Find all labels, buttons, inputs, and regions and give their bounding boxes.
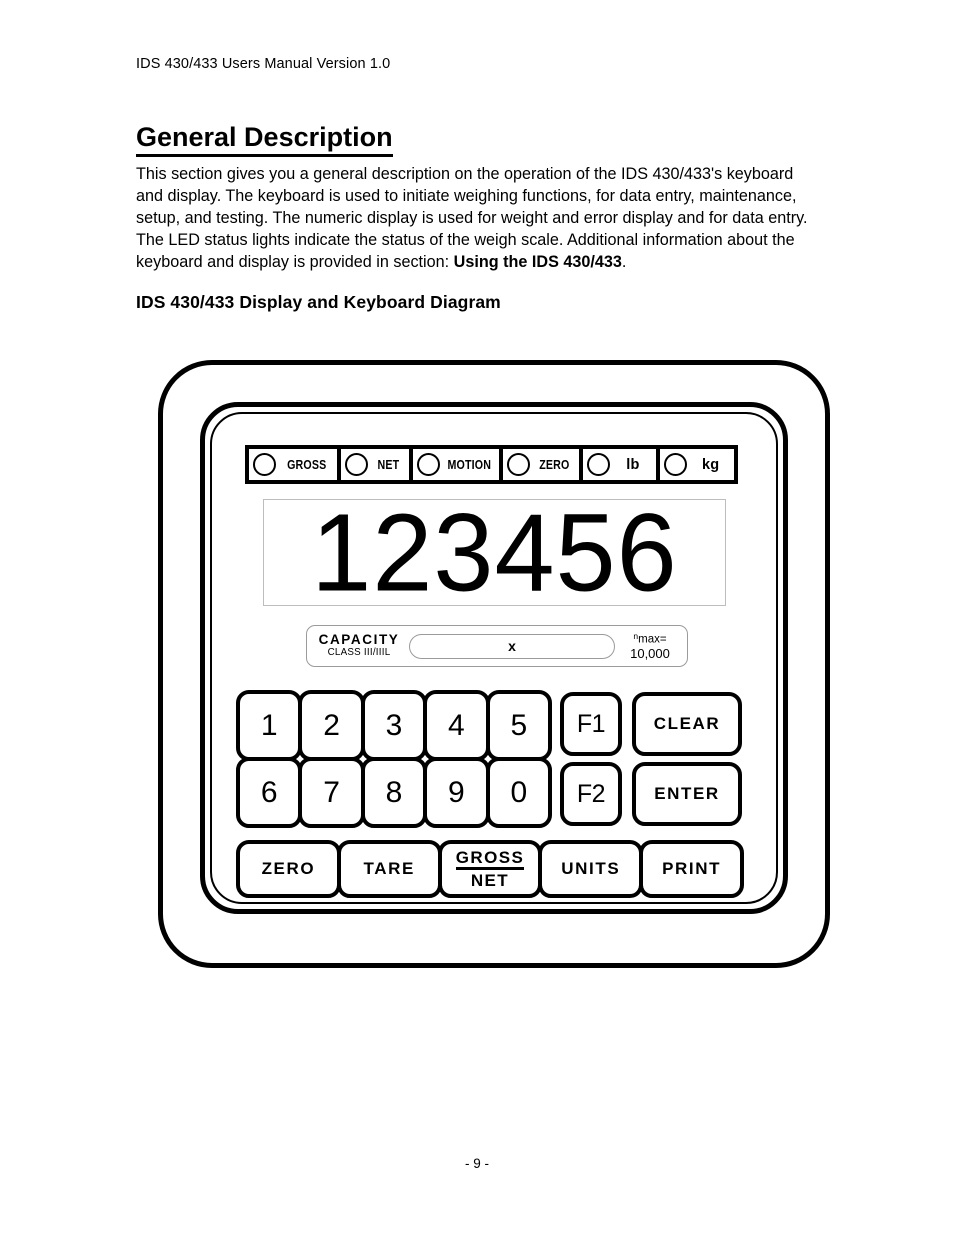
key-5[interactable]: 5	[485, 690, 552, 761]
capacity-title: CAPACITY	[318, 632, 400, 648]
status-led-label: NET	[377, 457, 400, 472]
key-f2[interactable]: F2	[560, 762, 622, 826]
key-gross-net[interactable]: GROSS NET	[437, 840, 543, 898]
key-3[interactable]: 3	[360, 690, 428, 761]
capacity-class: CLASS III/IIIL	[327, 647, 391, 659]
status-led-label: ZERO	[539, 457, 570, 472]
key-print[interactable]: PRINT	[639, 840, 744, 898]
led-indicator-icon	[506, 453, 530, 476]
page-number: - 9 -	[464, 1156, 489, 1171]
key-6[interactable]: 6	[236, 757, 303, 828]
key-clear[interactable]: CLEAR	[632, 692, 742, 756]
key-9[interactable]: 9	[423, 757, 490, 828]
key-tare[interactable]: TARE	[336, 840, 442, 898]
led-indicator-icon	[345, 453, 369, 476]
nmax-label: nmax=	[621, 632, 679, 647]
page-title: General Description	[136, 122, 393, 158]
key-f1[interactable]: F1	[560, 692, 622, 756]
status-led-gross: GROSS	[249, 449, 342, 480]
numeric-keypad: 1 2 3 4 5 6 7 8 9 0	[236, 690, 552, 828]
keypad: 1 2 3 4 5 6 7 8 9 0 F1 F2 CLEAR ENTER ZE…	[236, 690, 750, 898]
action-key-column: CLEAR ENTER	[632, 692, 742, 826]
status-led-label: lb	[626, 456, 640, 473]
status-led-label: MOTION	[447, 457, 492, 472]
key-units[interactable]: UNITS	[538, 840, 644, 898]
key-7[interactable]: 7	[298, 757, 365, 828]
led-indicator-icon	[253, 453, 276, 476]
device-faceplate: GROSS NET MOTION ZERO lb kg 123456 CAPAC…	[210, 412, 778, 904]
status-led-bar: GROSS NET MOTION ZERO lb kg	[245, 445, 738, 484]
numeric-display-value: 123456	[311, 490, 678, 614]
status-led-net: NET	[341, 449, 414, 480]
key-gross-net-top: GROSS	[455, 849, 525, 870]
led-indicator-icon	[417, 453, 441, 476]
function-key-row: ZERO TARE GROSS NET UNITS PRINT	[236, 840, 744, 898]
intro-paragraph: This section gives you a general descrip…	[136, 163, 822, 274]
key-enter[interactable]: ENTER	[632, 762, 742, 826]
intro-paragraph-emphasis: Using the IDS 430/433	[453, 253, 622, 272]
status-led-motion: MOTION	[413, 449, 503, 480]
document-header: IDS 430/433 Users Manual Version 1.0	[136, 56, 391, 72]
device-diagram: GROSS NET MOTION ZERO lb kg 123456 CAPAC…	[158, 360, 830, 968]
numeric-display-panel: 123456	[263, 490, 726, 614]
diagram-subtitle: IDS 430/433 Display and Keyboard Diagram	[136, 291, 501, 312]
key-zero[interactable]: ZERO	[236, 840, 341, 898]
key-0[interactable]: 0	[485, 757, 552, 828]
key-2[interactable]: 2	[298, 690, 365, 761]
status-led-kg: kg	[660, 449, 734, 480]
status-led-zero: ZERO	[502, 449, 583, 480]
nmax-block: nmax= 10,000	[621, 632, 679, 660]
gross-net-stack: GROSS NET	[455, 849, 525, 890]
manual-page: IDS 430/433 Users Manual Version 1.0 Gen…	[0, 0, 954, 1235]
key-1[interactable]: 1	[236, 690, 303, 761]
key-4[interactable]: 4	[423, 690, 490, 761]
led-indicator-icon	[664, 453, 688, 476]
nmax-value: 10,000	[630, 645, 670, 661]
status-led-label: kg	[701, 456, 720, 473]
status-led-lb: lb	[582, 449, 661, 480]
key-gross-net-bottom: NET	[470, 871, 510, 890]
led-indicator-icon	[586, 453, 610, 476]
intro-paragraph-tail: .	[621, 253, 627, 272]
capacity-strip: CAPACITY CLASS III/IIIL x nmax= 10,000	[306, 625, 688, 667]
nmax-label-text: max=	[638, 633, 667, 646]
function-key-column: F1 F2	[560, 692, 622, 826]
page-content: General Description This section gives y…	[136, 122, 826, 313]
capacity-value-field: x	[409, 633, 615, 659]
key-8[interactable]: 8	[360, 757, 428, 828]
capacity-label-block: CAPACITY CLASS III/IIIL	[315, 632, 403, 659]
status-led-label: GROSS	[287, 457, 327, 472]
